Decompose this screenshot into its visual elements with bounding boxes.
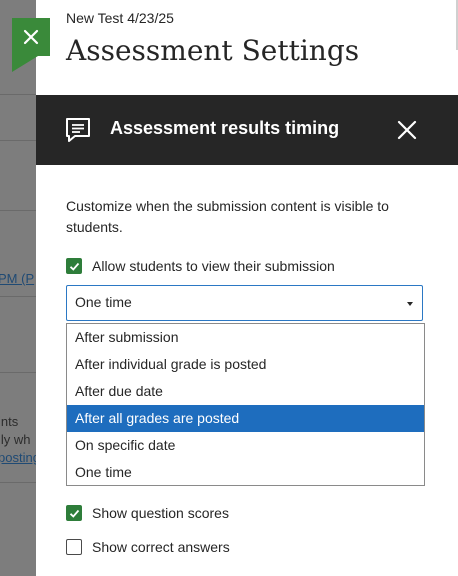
divider — [0, 94, 36, 95]
page-title: Assessment Settings — [66, 34, 360, 67]
background-text: lly wh — [0, 432, 31, 447]
show-scores-label: Show question scores — [92, 505, 229, 521]
panel-header: Assessment results timing — [36, 95, 458, 165]
checkmark-icon — [69, 262, 79, 271]
divider — [0, 296, 36, 297]
results-timing-panel: Assessment results timing Customize when… — [36, 95, 458, 576]
dropdown-option-highlighted[interactable]: After all grades are posted — [67, 405, 424, 432]
dropdown-option[interactable]: On specific date — [67, 432, 424, 459]
dropdown-option[interactable]: After due date — [67, 378, 424, 405]
dropdown-option[interactable]: After submission — [67, 324, 424, 351]
close-icon — [23, 29, 39, 45]
timing-select[interactable]: One time — [66, 285, 423, 321]
allow-view-label: Allow students to view their submission — [92, 258, 335, 274]
show-correct-label: Show correct answers — [92, 539, 230, 555]
dropdown-option[interactable]: One time — [67, 459, 424, 486]
checkbox[interactable] — [66, 539, 82, 555]
panel-title: Assessment results timing — [110, 118, 340, 138]
dropdown-option[interactable]: After individual grade is posted — [67, 351, 424, 378]
background-link[interactable]: PM (P — [0, 271, 34, 286]
settings-header: New Test 4/23/25 Assessment Settings — [36, 0, 458, 95]
allow-view-checkbox[interactable]: Allow students to view their submission — [66, 258, 335, 274]
divider — [0, 140, 36, 141]
test-name: New Test 4/23/25 — [66, 10, 174, 26]
caret-down-icon — [407, 302, 413, 306]
checkbox[interactable] — [66, 258, 82, 274]
checkmark-icon — [69, 509, 79, 518]
timing-dropdown-list: After submission After individual grade … — [66, 323, 425, 486]
show-scores-checkbox[interactable]: Show question scores — [66, 505, 229, 521]
close-settings-button[interactable] — [12, 18, 50, 72]
timing-select-value: One time — [75, 294, 132, 310]
divider — [0, 482, 36, 483]
background-text: ints — [0, 414, 19, 429]
show-correct-checkbox[interactable]: Show correct answers — [66, 539, 230, 555]
divider — [0, 210, 36, 211]
document-comment-icon — [66, 118, 90, 142]
background-page: PM (P ints lly wh posting — [0, 0, 36, 576]
checkbox[interactable] — [66, 505, 82, 521]
panel-description: Customize when the submission content is… — [66, 198, 389, 235]
close-icon[interactable] — [396, 119, 418, 141]
divider — [0, 372, 36, 373]
background-link[interactable]: posting — [0, 450, 36, 465]
